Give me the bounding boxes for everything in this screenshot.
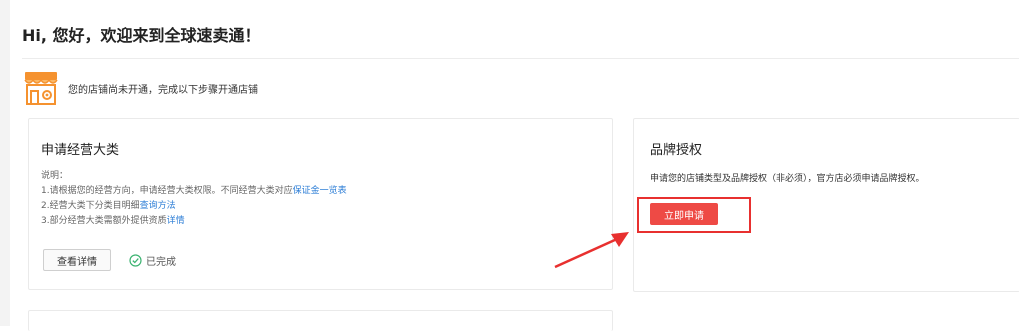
category-card: 申请经营大类 说明： 1.请根据您的经营方向，申请经营大类权限。不同经营大类对应… bbox=[28, 118, 613, 290]
category-title: 申请经营大类 bbox=[41, 143, 120, 158]
desc-line-2-text: 2.经营大类下分类目明细 bbox=[41, 201, 140, 211]
completed-label: 已完成 bbox=[146, 257, 176, 268]
brand-title: 品牌授权 bbox=[650, 143, 703, 158]
red-arrow-annotation bbox=[554, 232, 629, 269]
desc-line-3-text: 3.部分经营大类需额外提供资质 bbox=[41, 216, 167, 226]
desc-line-2: 2.经营大类下分类目明细查询方法 bbox=[41, 199, 347, 214]
desc-label: 说明： bbox=[41, 171, 69, 181]
shop-icon bbox=[24, 72, 58, 105]
notice-text: 您的店铺尚未开通，完成以下步骤开通店铺 bbox=[68, 84, 258, 96]
completed-status: 已完成 bbox=[129, 253, 176, 268]
view-details-button[interactable]: 查看详情 bbox=[43, 249, 111, 271]
query-method-link[interactable]: 查询方法 bbox=[140, 201, 176, 211]
brand-description: 申请您的店铺类型及品牌授权（非必须），官方店必须申请品牌授权。 bbox=[650, 174, 925, 184]
desc-line-1-text: 1.请根据您的经营方向，申请经营大类权限。不同经营大类对应 bbox=[41, 186, 293, 196]
left-gutter bbox=[0, 0, 10, 326]
desc-line-3: 3.部分经营大类需额外提供资质详情 bbox=[41, 214, 347, 229]
desc-line-1: 1.请根据您的经营方向，申请经营大类权限。不同经营大类对应保证金一览表 bbox=[41, 184, 347, 199]
header-divider bbox=[22, 58, 1019, 59]
category-description: 说明： 1.请根据您的经营方向，申请经营大类权限。不同经营大类对应保证金一览表 … bbox=[41, 169, 347, 229]
shop-notice: 您的店铺尚未开通，完成以下步骤开通店铺 bbox=[22, 70, 258, 106]
brand-card: 品牌授权 申请您的店铺类型及品牌授权（非必须），官方店必须申请品牌授权。 立即申… bbox=[633, 118, 1019, 292]
next-card bbox=[28, 310, 613, 331]
check-circle-icon bbox=[129, 254, 142, 267]
welcome-heading: Hi, 您好，欢迎来到全球速卖通！ bbox=[22, 26, 261, 45]
deposit-list-link[interactable]: 保证金一览表 bbox=[293, 186, 347, 196]
qualification-details-link[interactable]: 详情 bbox=[167, 216, 185, 226]
apply-now-button[interactable]: 立即申请 bbox=[650, 203, 718, 225]
